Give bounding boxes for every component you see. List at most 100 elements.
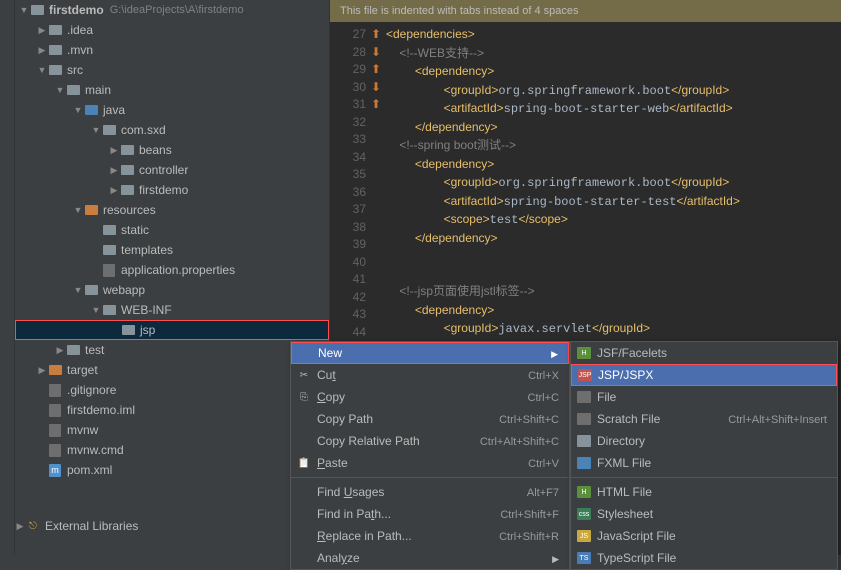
tree-label: .idea bbox=[67, 23, 93, 37]
left-gutter bbox=[0, 0, 15, 555]
menu-item-new[interactable]: New▶ bbox=[291, 342, 569, 364]
menu-icon bbox=[577, 457, 591, 469]
menu-item-find-in-path-[interactable]: Find in Path...Ctrl+Shift+F bbox=[291, 503, 569, 525]
tree-item-templates[interactable]: templates bbox=[15, 240, 329, 260]
tree-label: WEB-INF bbox=[121, 303, 172, 317]
folder-icon bbox=[47, 362, 63, 378]
tree-arrow: ▶ bbox=[55, 345, 65, 356]
context-menu[interactable]: New▶✂CutCtrl+X⎘CopyCtrl+CCopy PathCtrl+S… bbox=[290, 341, 570, 570]
tree-item-beans[interactable]: ▶beans bbox=[15, 140, 329, 160]
indent-banner: This file is indented with tabs instead … bbox=[330, 0, 841, 22]
menu-label: Analyze bbox=[317, 551, 360, 565]
folder-icon bbox=[119, 142, 135, 158]
folder-icon bbox=[65, 342, 81, 358]
external-libraries[interactable]: ▶ ⎋ External Libraries bbox=[15, 516, 138, 536]
tree-label: jsp bbox=[140, 323, 155, 337]
menu-icon: H bbox=[577, 486, 591, 498]
file-icon bbox=[47, 402, 63, 418]
menu-item-javascript-file[interactable]: JSJavaScript File bbox=[571, 525, 837, 547]
tree-item-jsp[interactable]: jsp bbox=[15, 320, 329, 340]
menu-separator bbox=[291, 477, 569, 478]
chevron-down-icon: ▼ bbox=[19, 5, 29, 15]
tree-label: com.sxd bbox=[121, 123, 166, 137]
menu-label: JSF/Facelets bbox=[597, 346, 667, 360]
menu-item-jsp-jspx[interactable]: JSPJSP/JSPX bbox=[571, 364, 837, 386]
menu-label: Replace in Path... bbox=[317, 529, 412, 543]
menu-item-copy[interactable]: ⎘CopyCtrl+C bbox=[291, 386, 569, 408]
menu-item-directory[interactable]: Directory bbox=[571, 430, 837, 452]
tree-item-pom-xml[interactable]: m pom.xml bbox=[15, 460, 329, 480]
tree-label: beans bbox=[139, 143, 172, 157]
tree-item-static[interactable]: static bbox=[15, 220, 329, 240]
chevron-right-icon: ▶ bbox=[15, 521, 25, 532]
menu-label: JSP/JSPX bbox=[598, 368, 653, 382]
folder-icon bbox=[47, 42, 63, 58]
menu-item-find-usages[interactable]: Find UsagesAlt+F7 bbox=[291, 481, 569, 503]
tree-label: resources bbox=[103, 203, 156, 217]
menu-icon: ⎘ bbox=[297, 390, 311, 404]
tree-item-webapp[interactable]: ▼webapp bbox=[15, 280, 329, 300]
tree-item-mvnw[interactable]: mvnw bbox=[15, 420, 329, 440]
tree-label: .mvn bbox=[67, 43, 93, 57]
tree-item-main[interactable]: ▼main bbox=[15, 80, 329, 100]
tree-item-src[interactable]: ▼src bbox=[15, 60, 329, 80]
tree-label: mvnw bbox=[67, 423, 98, 437]
tree-item-firstdemo[interactable]: ▶firstdemo bbox=[15, 180, 329, 200]
file-icon bbox=[47, 422, 63, 438]
tree-item-application-properties[interactable]: application.properties bbox=[15, 260, 329, 280]
tree-arrow: ▶ bbox=[37, 365, 47, 376]
shortcut: Ctrl+Shift+C bbox=[499, 414, 559, 426]
menu-item-scratch-file[interactable]: Scratch FileCtrl+Alt+Shift+Insert bbox=[571, 408, 837, 430]
tree-root[interactable]: ▼ firstdemo G:\ideaProjects\A\firstdemo bbox=[15, 0, 329, 20]
folder-icon bbox=[47, 22, 63, 38]
tree-arrow: ▶ bbox=[37, 45, 47, 56]
menu-item-copy-path[interactable]: Copy PathCtrl+Shift+C bbox=[291, 408, 569, 430]
tree-item-firstdemo-iml[interactable]: firstdemo.iml bbox=[15, 400, 329, 420]
menu-item-html-file[interactable]: HHTML File bbox=[571, 481, 837, 503]
tree-item-resources[interactable]: ▼resources bbox=[15, 200, 329, 220]
tree-label: webapp bbox=[103, 283, 145, 297]
shortcut: Ctrl+V bbox=[528, 458, 559, 470]
tree-arrow: ▼ bbox=[73, 105, 83, 115]
tree-item-test[interactable]: ▶test bbox=[15, 340, 329, 360]
code-area[interactable]: <dependencies> <!--WEB支持--> <dependency>… bbox=[386, 26, 740, 357]
menu-icon: TS bbox=[577, 552, 591, 564]
tree-item--gitignore[interactable]: .gitignore bbox=[15, 380, 329, 400]
new-submenu[interactable]: HJSF/FaceletsJSPJSP/JSPXFileScratch File… bbox=[570, 341, 838, 570]
shortcut: Ctrl+Alt+Shift+C bbox=[480, 436, 559, 448]
menu-item-cut[interactable]: ✂CutCtrl+X bbox=[291, 364, 569, 386]
menu-label: New bbox=[318, 346, 342, 360]
tree-item-java[interactable]: ▼java bbox=[15, 100, 329, 120]
root-path: G:\ideaProjects\A\firstdemo bbox=[110, 4, 244, 16]
tree-arrow: ▼ bbox=[55, 85, 65, 95]
menu-icon bbox=[577, 391, 591, 403]
tree-label: pom.xml bbox=[67, 463, 112, 477]
tree-item--mvn[interactable]: ▶ .mvn bbox=[15, 40, 329, 60]
project-tree[interactable]: ▼ firstdemo G:\ideaProjects\A\firstdemo … bbox=[15, 0, 330, 555]
menu-icon: css bbox=[577, 508, 591, 520]
menu-item-typescript-file[interactable]: TSTypeScript File bbox=[571, 547, 837, 569]
menu-item-jsf-facelets[interactable]: HJSF/Facelets bbox=[571, 342, 837, 364]
menu-label: Cut bbox=[317, 368, 336, 382]
tree-item--idea[interactable]: ▶.idea bbox=[15, 20, 329, 40]
shortcut: Ctrl+Shift+F bbox=[500, 509, 559, 521]
tree-item-WEB-INF[interactable]: ▼WEB-INF bbox=[15, 300, 329, 320]
tree-item-com-sxd[interactable]: ▼com.sxd bbox=[15, 120, 329, 140]
file-icon: m bbox=[47, 462, 63, 478]
tree-item-target[interactable]: ▶target bbox=[15, 360, 329, 380]
menu-item-stylesheet[interactable]: cssStylesheet bbox=[571, 503, 837, 525]
file-icon bbox=[47, 442, 63, 458]
menu-label: File bbox=[597, 390, 616, 404]
menu-item-replace-in-path-[interactable]: Replace in Path...Ctrl+Shift+R bbox=[291, 525, 569, 547]
tree-item-controller[interactable]: ▶controller bbox=[15, 160, 329, 180]
tree-label: application.properties bbox=[121, 263, 235, 277]
menu-item-analyze[interactable]: Analyze▶ bbox=[291, 547, 569, 569]
menu-item-paste[interactable]: 📋PasteCtrl+V bbox=[291, 452, 569, 474]
menu-item-fxml-file[interactable]: FXML File bbox=[571, 452, 837, 474]
menu-item-copy-relative-path[interactable]: Copy Relative Path Ctrl+Alt+Shift+C bbox=[291, 430, 569, 452]
folder-icon bbox=[83, 282, 99, 298]
tree-item-mvnw-cmd[interactable]: mvnw.cmd bbox=[15, 440, 329, 460]
folder-icon bbox=[120, 322, 136, 338]
menu-item-file[interactable]: File bbox=[571, 386, 837, 408]
menu-label: Copy Relative Path bbox=[317, 434, 420, 448]
